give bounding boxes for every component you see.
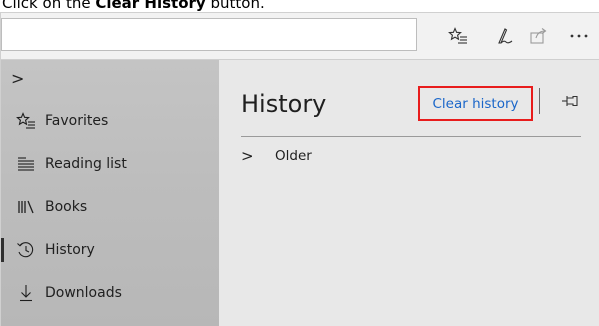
hub-sidebar: > Favorites Reading list Books History D…: [1, 60, 219, 326]
divider: [241, 136, 581, 137]
share-icon[interactable]: [527, 24, 551, 48]
download-arrow-icon: [13, 284, 39, 302]
hub-item-label: Favorites: [45, 113, 109, 129]
browser-window: > Favorites Reading list Books History D…: [0, 12, 599, 326]
history-group-label: Older: [275, 148, 312, 164]
pen-notes-icon[interactable]: [492, 24, 516, 48]
history-clock-icon: [13, 241, 39, 259]
hub-item-favorites[interactable]: Favorites: [1, 103, 219, 139]
hub-item-history[interactable]: History: [1, 232, 219, 268]
hub-expand-chevron-icon[interactable]: >: [11, 69, 24, 88]
hub-item-label: History: [45, 242, 95, 258]
history-pane: History Clear history > Older: [219, 60, 599, 326]
address-bar[interactable]: [1, 18, 417, 51]
hub-item-label: Books: [45, 199, 88, 215]
clear-history-button[interactable]: Clear history: [418, 86, 533, 121]
reading-list-icon: [13, 156, 39, 172]
star-list-icon: [13, 112, 39, 130]
hub-item-reading-list[interactable]: Reading list: [1, 146, 219, 182]
hub-item-label: Downloads: [45, 285, 122, 301]
more-icon[interactable]: [567, 24, 591, 48]
hub-item-label: Reading list: [45, 156, 127, 172]
instruction-suffix: button.: [205, 0, 265, 12]
task-instruction: Click on the Clear History button.: [2, 0, 265, 12]
instruction-prefix: Click on the: [2, 0, 96, 12]
history-group-older[interactable]: > Older: [241, 144, 312, 168]
hub-item-downloads[interactable]: Downloads: [1, 275, 219, 311]
favorites-star-icon[interactable]: [446, 24, 470, 48]
hub-item-books[interactable]: Books: [1, 189, 219, 225]
instruction-target: Clear History: [95, 0, 206, 12]
pin-icon[interactable]: [561, 93, 581, 109]
divider: [539, 88, 540, 114]
chevron-right-icon: >: [241, 147, 254, 165]
page-title: History: [241, 90, 327, 118]
books-icon: [13, 199, 39, 215]
browser-toolbar: [1, 13, 599, 60]
screenshot-frame: Click on the Clear History button. > Fav…: [0, 0, 599, 326]
